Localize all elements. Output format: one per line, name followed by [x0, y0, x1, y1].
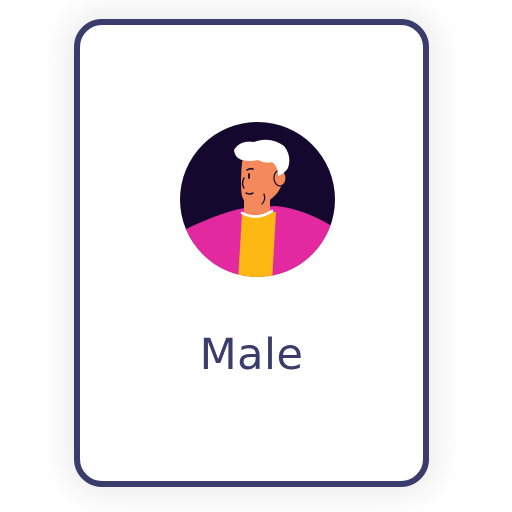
- screen: Male: [0, 0, 512, 512]
- gender-option-card-male[interactable]: Male: [74, 19, 429, 487]
- male-avatar-icon: [180, 122, 335, 277]
- option-label: Male: [199, 330, 304, 380]
